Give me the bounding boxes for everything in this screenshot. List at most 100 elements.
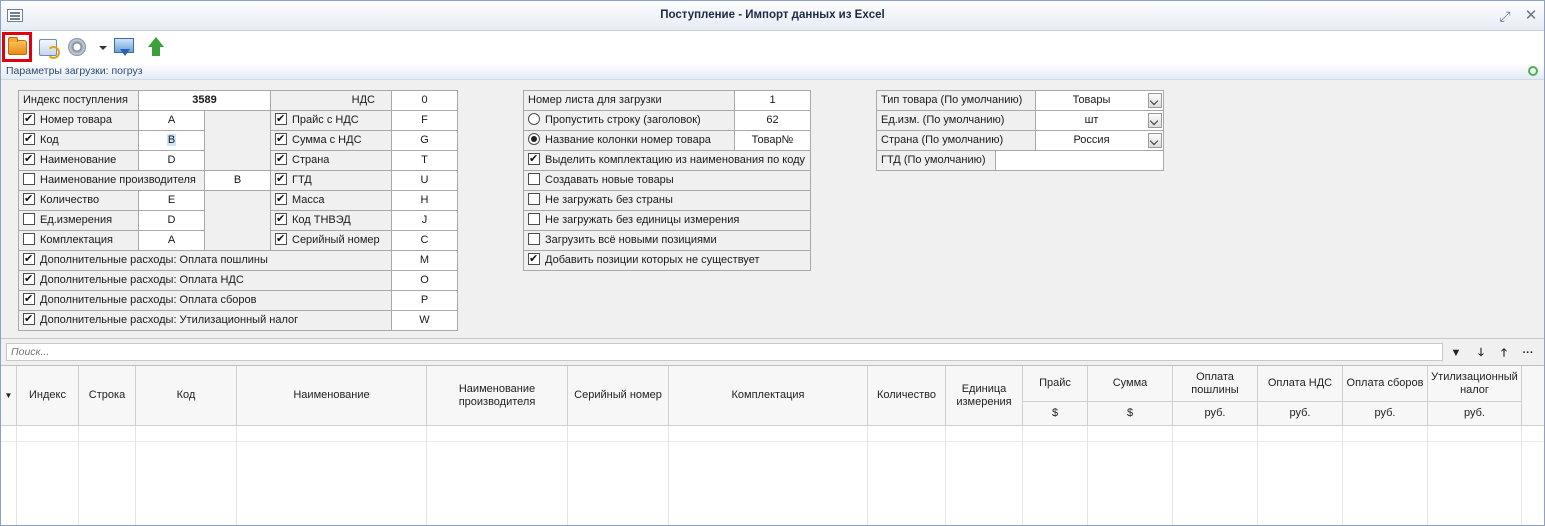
- filter-icon[interactable]: ▼: [1448, 345, 1464, 361]
- right-row-1-value[interactable]: G: [391, 130, 458, 151]
- left-row-2-value[interactable]: D: [138, 150, 205, 171]
- radio-button[interactable]: [528, 133, 540, 145]
- option-1[interactable]: Создавать новые товары: [523, 170, 811, 191]
- extra-row-2-value[interactable]: P: [391, 290, 458, 311]
- more-icon[interactable]: ···: [1520, 345, 1536, 361]
- settings-dropdown-button[interactable]: [65, 34, 109, 60]
- option-5[interactable]: Добавить позиции которых не существует: [523, 250, 811, 271]
- checkbox[interactable]: [23, 173, 35, 185]
- extra-row-3-value[interactable]: W: [391, 310, 458, 331]
- arrow-down-icon[interactable]: 🡓: [1473, 345, 1489, 361]
- checkbox[interactable]: [23, 271, 35, 289]
- column-name-field[interactable]: Товар№: [734, 130, 811, 151]
- checkbox[interactable]: [275, 171, 287, 189]
- table-row[interactable]: [1, 426, 1544, 442]
- left-row-4-value[interactable]: E: [138, 190, 205, 211]
- left-row-3[interactable]: Наименование производителя: [18, 170, 205, 191]
- left-row-6-value[interactable]: A: [138, 230, 205, 251]
- checkbox[interactable]: [275, 191, 287, 209]
- column-header[interactable]: Наименование производителя: [427, 366, 568, 426]
- refresh-button[interactable]: [35, 34, 61, 60]
- column-header[interactable]: Оплата пошлины: [1173, 366, 1258, 402]
- maximize-icon[interactable]: ⤢: [1496, 7, 1514, 25]
- checkbox[interactable]: [23, 131, 35, 149]
- right-row-0-value[interactable]: F: [391, 110, 458, 131]
- checkbox[interactable]: [23, 291, 35, 309]
- extra-row-1-value[interactable]: O: [391, 270, 458, 291]
- close-icon[interactable]: ✕: [1522, 7, 1540, 25]
- right-row-6-value[interactable]: C: [391, 230, 458, 251]
- open-file-button[interactable]: [2, 32, 32, 62]
- left-row-1-value[interactable]: B: [138, 130, 205, 151]
- right-row-2[interactable]: Страна: [270, 150, 392, 171]
- column-header[interactable]: Индекс: [17, 366, 79, 426]
- column-header[interactable]: Сумма: [1088, 366, 1173, 402]
- column-header[interactable]: Наименование: [237, 366, 427, 426]
- checkbox[interactable]: [528, 233, 540, 245]
- receipt-index-field[interactable]: 3589: [138, 90, 271, 111]
- checkbox[interactable]: [275, 131, 287, 149]
- left-row-3-value[interactable]: B: [204, 170, 271, 191]
- column-header[interactable]: Прайс: [1023, 366, 1088, 402]
- right-row-6[interactable]: Серийный номер: [270, 230, 392, 251]
- checkbox[interactable]: [23, 111, 35, 129]
- column-name-option[interactable]: Название колонки номер товара: [523, 130, 735, 151]
- left-row-4[interactable]: Количество: [18, 190, 139, 211]
- column-header[interactable]: Серийный номер: [568, 366, 669, 426]
- arrow-up-icon[interactable]: 🡑: [1496, 345, 1512, 361]
- extra-row-3[interactable]: Дополнительные расходы: Утилизационный н…: [18, 310, 392, 331]
- checkbox[interactable]: [23, 233, 35, 245]
- checkbox[interactable]: [528, 213, 540, 225]
- right-row-4-value[interactable]: H: [391, 190, 458, 211]
- option-2[interactable]: Не загружать без страны: [523, 190, 811, 211]
- checkbox[interactable]: [528, 173, 540, 185]
- right-row-1[interactable]: Сумма с НДС: [270, 130, 392, 151]
- checkbox[interactable]: [23, 311, 35, 329]
- right-row-4[interactable]: Масса: [270, 190, 392, 211]
- checkbox[interactable]: [528, 193, 540, 205]
- extra-row-2[interactable]: Дополнительные расходы: Оплата сборов: [18, 290, 392, 311]
- upload-button[interactable]: [142, 34, 168, 60]
- chevron-down-icon[interactable]: [1148, 93, 1162, 108]
- gtd-field[interactable]: [995, 150, 1164, 171]
- checkbox[interactable]: [23, 191, 35, 209]
- option-3[interactable]: Не загружать без единицы измерения: [523, 210, 811, 231]
- checkbox[interactable]: [275, 151, 287, 169]
- skip-row-field[interactable]: 62: [734, 110, 811, 131]
- left-row-2[interactable]: Наименование: [18, 150, 139, 171]
- left-row-1[interactable]: Код: [18, 130, 139, 151]
- right-row-3[interactable]: ГТД: [270, 170, 392, 191]
- import-button[interactable]: [111, 34, 137, 60]
- country-select[interactable]: Россия: [1035, 130, 1164, 151]
- chevron-down-icon[interactable]: [1148, 113, 1162, 128]
- checkbox[interactable]: [23, 151, 35, 169]
- column-header[interactable]: Комплектация: [669, 366, 868, 426]
- option-0[interactable]: Выделить комплектацию из наименования по…: [523, 150, 811, 171]
- left-row-5-value[interactable]: D: [138, 210, 205, 231]
- extra-row-0[interactable]: Дополнительные расходы: Оплата пошлины: [18, 250, 392, 271]
- checkbox[interactable]: [528, 151, 540, 169]
- checkbox[interactable]: [275, 211, 287, 229]
- left-row-0-value[interactable]: A: [138, 110, 205, 131]
- product-type-select[interactable]: Товары: [1035, 90, 1164, 111]
- chevron-down-icon[interactable]: [1148, 133, 1162, 148]
- checkbox[interactable]: [23, 213, 35, 225]
- right-row-5-value[interactable]: J: [391, 210, 458, 231]
- column-header[interactable]: Единица измерения: [946, 366, 1023, 426]
- column-header[interactable]: Строка: [79, 366, 136, 426]
- column-header[interactable]: Оплата сборов: [1343, 366, 1428, 402]
- unit-select[interactable]: шт: [1035, 110, 1164, 131]
- search-box[interactable]: [6, 343, 1443, 361]
- checkbox[interactable]: [528, 251, 540, 269]
- sheet-field[interactable]: 1: [734, 90, 811, 111]
- column-header[interactable]: Утилизационный налог: [1428, 366, 1522, 402]
- left-row-0[interactable]: Номер товара: [18, 110, 139, 131]
- option-4[interactable]: Загрузить всё новыми позициями: [523, 230, 811, 251]
- column-header[interactable]: Код: [136, 366, 237, 426]
- search-input[interactable]: [7, 344, 1442, 360]
- right-row-0[interactable]: Прайс с НДС: [270, 110, 392, 131]
- checkbox[interactable]: [23, 251, 35, 269]
- radio-button[interactable]: [528, 113, 540, 125]
- right-row-2-value[interactable]: T: [391, 150, 458, 171]
- skip-row-option[interactable]: Пропустить строку (заголовок): [523, 110, 735, 131]
